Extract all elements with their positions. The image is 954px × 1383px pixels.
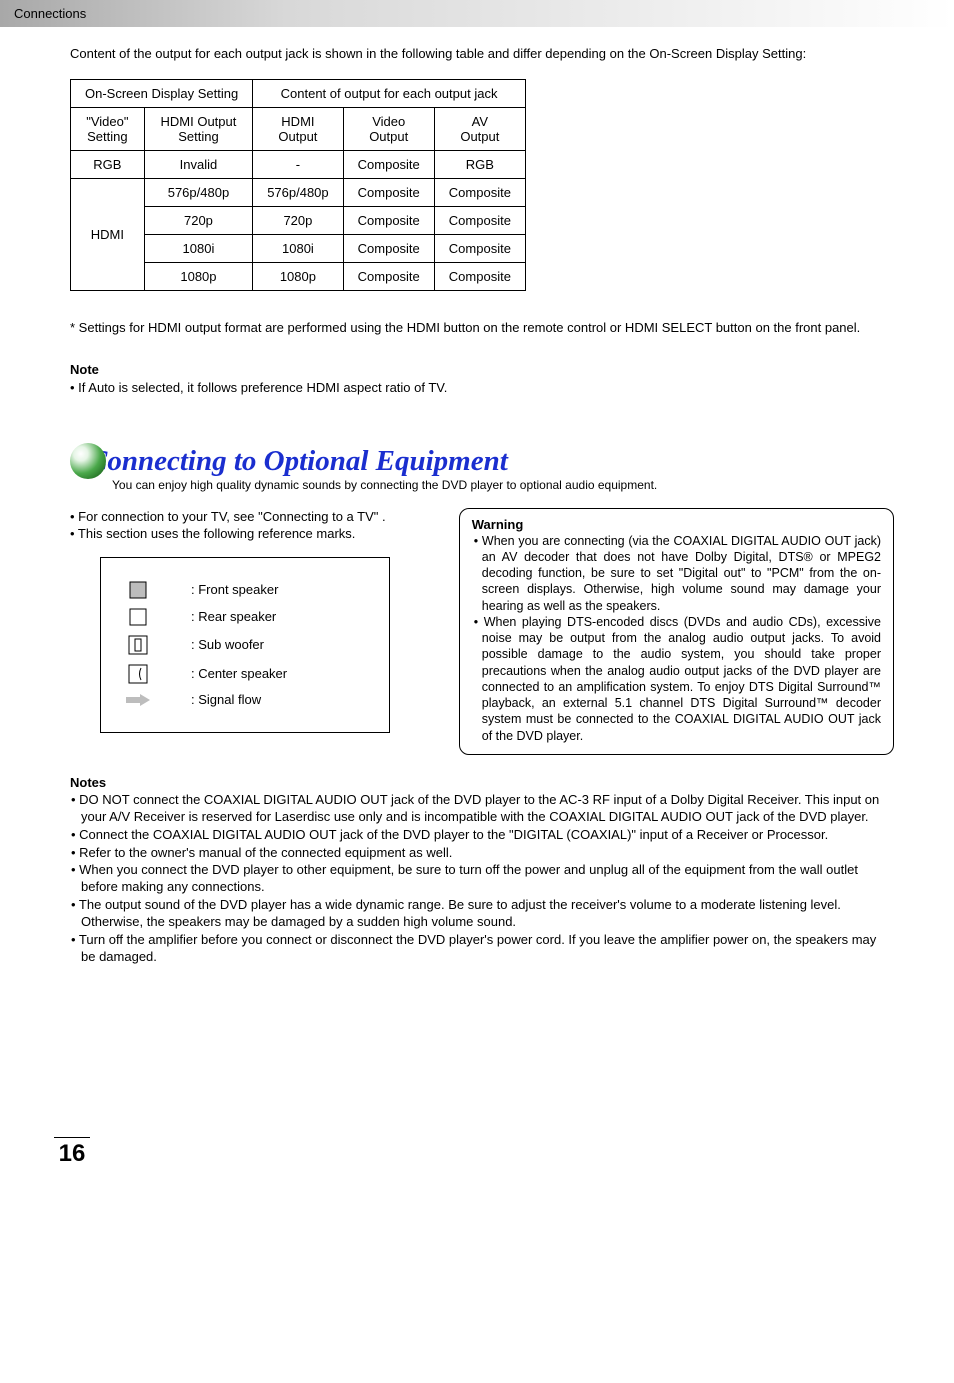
front-speaker-icon: [125, 581, 151, 599]
legend-front: : Front speaker: [125, 581, 365, 599]
td: 1080p: [253, 262, 343, 290]
table-header-row-2: "Video" Setting HDMI Output Setting HDMI…: [71, 107, 526, 150]
notes-item: • Turn off the amplifier before you conn…: [70, 932, 894, 966]
th-video-output: Video Output: [343, 107, 434, 150]
td: RGB: [434, 150, 525, 178]
legend-sub: : Sub woofer: [125, 635, 365, 655]
legend-center-label: : Center speaker: [191, 667, 287, 680]
heading-sub: You can enjoy high quality dynamic sound…: [70, 478, 894, 492]
legend-rear: : Rear speaker: [125, 608, 365, 626]
warning-item-1: • When you are connecting (via the COAXI…: [472, 533, 881, 614]
warning-title: Warning: [472, 517, 881, 532]
signal-flow-icon: [125, 693, 151, 707]
legend-center: : Center speaker: [125, 664, 365, 684]
td: Composite: [434, 262, 525, 290]
th-video-setting: "Video" Setting: [71, 107, 145, 150]
td: 720p: [144, 206, 252, 234]
hdmi-footnote: * Settings for HDMI output format are pe…: [70, 319, 894, 337]
notes-item: • DO NOT connect the COAXIAL DIGITAL AUD…: [70, 792, 894, 826]
table-header-row-1: On-Screen Display Setting Content of out…: [71, 79, 526, 107]
left-bullet-1: • For connection to your TV, see "Connec…: [70, 508, 441, 526]
td: Composite: [343, 262, 434, 290]
table-row: RGB Invalid - Composite RGB: [71, 150, 526, 178]
warning-box: Warning • When you are connecting (via t…: [459, 508, 894, 755]
two-column: • For connection to your TV, see "Connec…: [70, 508, 894, 755]
sub-woofer-icon: [125, 635, 151, 655]
td: 1080i: [144, 234, 252, 262]
sphere-icon: [70, 443, 106, 479]
notes-block: Notes • DO NOT connect the COAXIAL DIGIT…: [70, 775, 894, 966]
page-number: 16: [54, 1137, 90, 1168]
td: 576p/480p: [253, 178, 343, 206]
notes-item: • The output sound of the DVD player has…: [70, 897, 894, 931]
note-title: Note: [70, 362, 894, 377]
left-bullet-2: • This section uses the following refere…: [70, 525, 441, 543]
warning-item-2: • When playing DTS-encoded discs (DVDs a…: [472, 614, 881, 744]
td: 1080i: [253, 234, 343, 262]
td: Invalid: [144, 150, 252, 178]
table-header-osdsetting: On-Screen Display Setting: [71, 79, 253, 107]
heading-row: Connecting to Optional Equipment: [70, 447, 894, 476]
intro-text: Content of the output for each output ja…: [70, 45, 894, 63]
td: Composite: [434, 234, 525, 262]
rear-speaker-icon: [125, 608, 151, 626]
td: Composite: [343, 234, 434, 262]
notes-item: • When you connect the DVD player to oth…: [70, 862, 894, 896]
th-hdmi-output: HDMI Output: [253, 107, 343, 150]
td: RGB: [71, 150, 145, 178]
th-hdmi-output-setting: HDMI Output Setting: [144, 107, 252, 150]
col-left: • For connection to your TV, see "Connec…: [70, 508, 441, 755]
legend-box: : Front speaker : Rear speaker : Sub woo…: [100, 557, 390, 733]
th-av-output: AV Output: [434, 107, 525, 150]
section-name: Connections: [14, 6, 86, 21]
col-right: Warning • When you are connecting (via t…: [459, 508, 894, 755]
td: 1080p: [144, 262, 252, 290]
notes-item: • Refer to the owner's manual of the con…: [70, 845, 894, 862]
note-body: • If Auto is selected, it follows prefer…: [70, 379, 894, 397]
td: Composite: [343, 150, 434, 178]
legend-sub-label: : Sub woofer: [191, 638, 264, 651]
legend-signal-label: : Signal flow: [191, 693, 261, 706]
td: 576p/480p: [144, 178, 252, 206]
td: Composite: [434, 206, 525, 234]
left-bullets: • For connection to your TV, see "Connec…: [70, 508, 441, 543]
page-body: Content of the output for each output ja…: [0, 27, 954, 977]
legend-front-label: : Front speaker: [191, 583, 278, 596]
output-table: On-Screen Display Setting Content of out…: [70, 79, 526, 291]
td: Composite: [343, 206, 434, 234]
center-speaker-icon: [125, 664, 151, 684]
td: Composite: [434, 178, 525, 206]
note-block: Note • If Auto is selected, it follows p…: [70, 362, 894, 397]
notes-item: • Connect the COAXIAL DIGITAL AUDIO OUT …: [70, 827, 894, 844]
td: -: [253, 150, 343, 178]
table-header-content: Content of output for each output jack: [253, 79, 526, 107]
table-row: HDMI 576p/480p 576p/480p Composite Compo…: [71, 178, 526, 206]
notes-title: Notes: [70, 775, 894, 790]
legend-rear-label: : Rear speaker: [191, 610, 276, 623]
td: Composite: [343, 178, 434, 206]
td: 720p: [253, 206, 343, 234]
section-header: Connections: [0, 0, 954, 27]
heading-text: Connecting to Optional Equipment: [70, 447, 894, 476]
legend-signal: : Signal flow: [125, 693, 365, 707]
td-hdmi: HDMI: [71, 178, 145, 290]
